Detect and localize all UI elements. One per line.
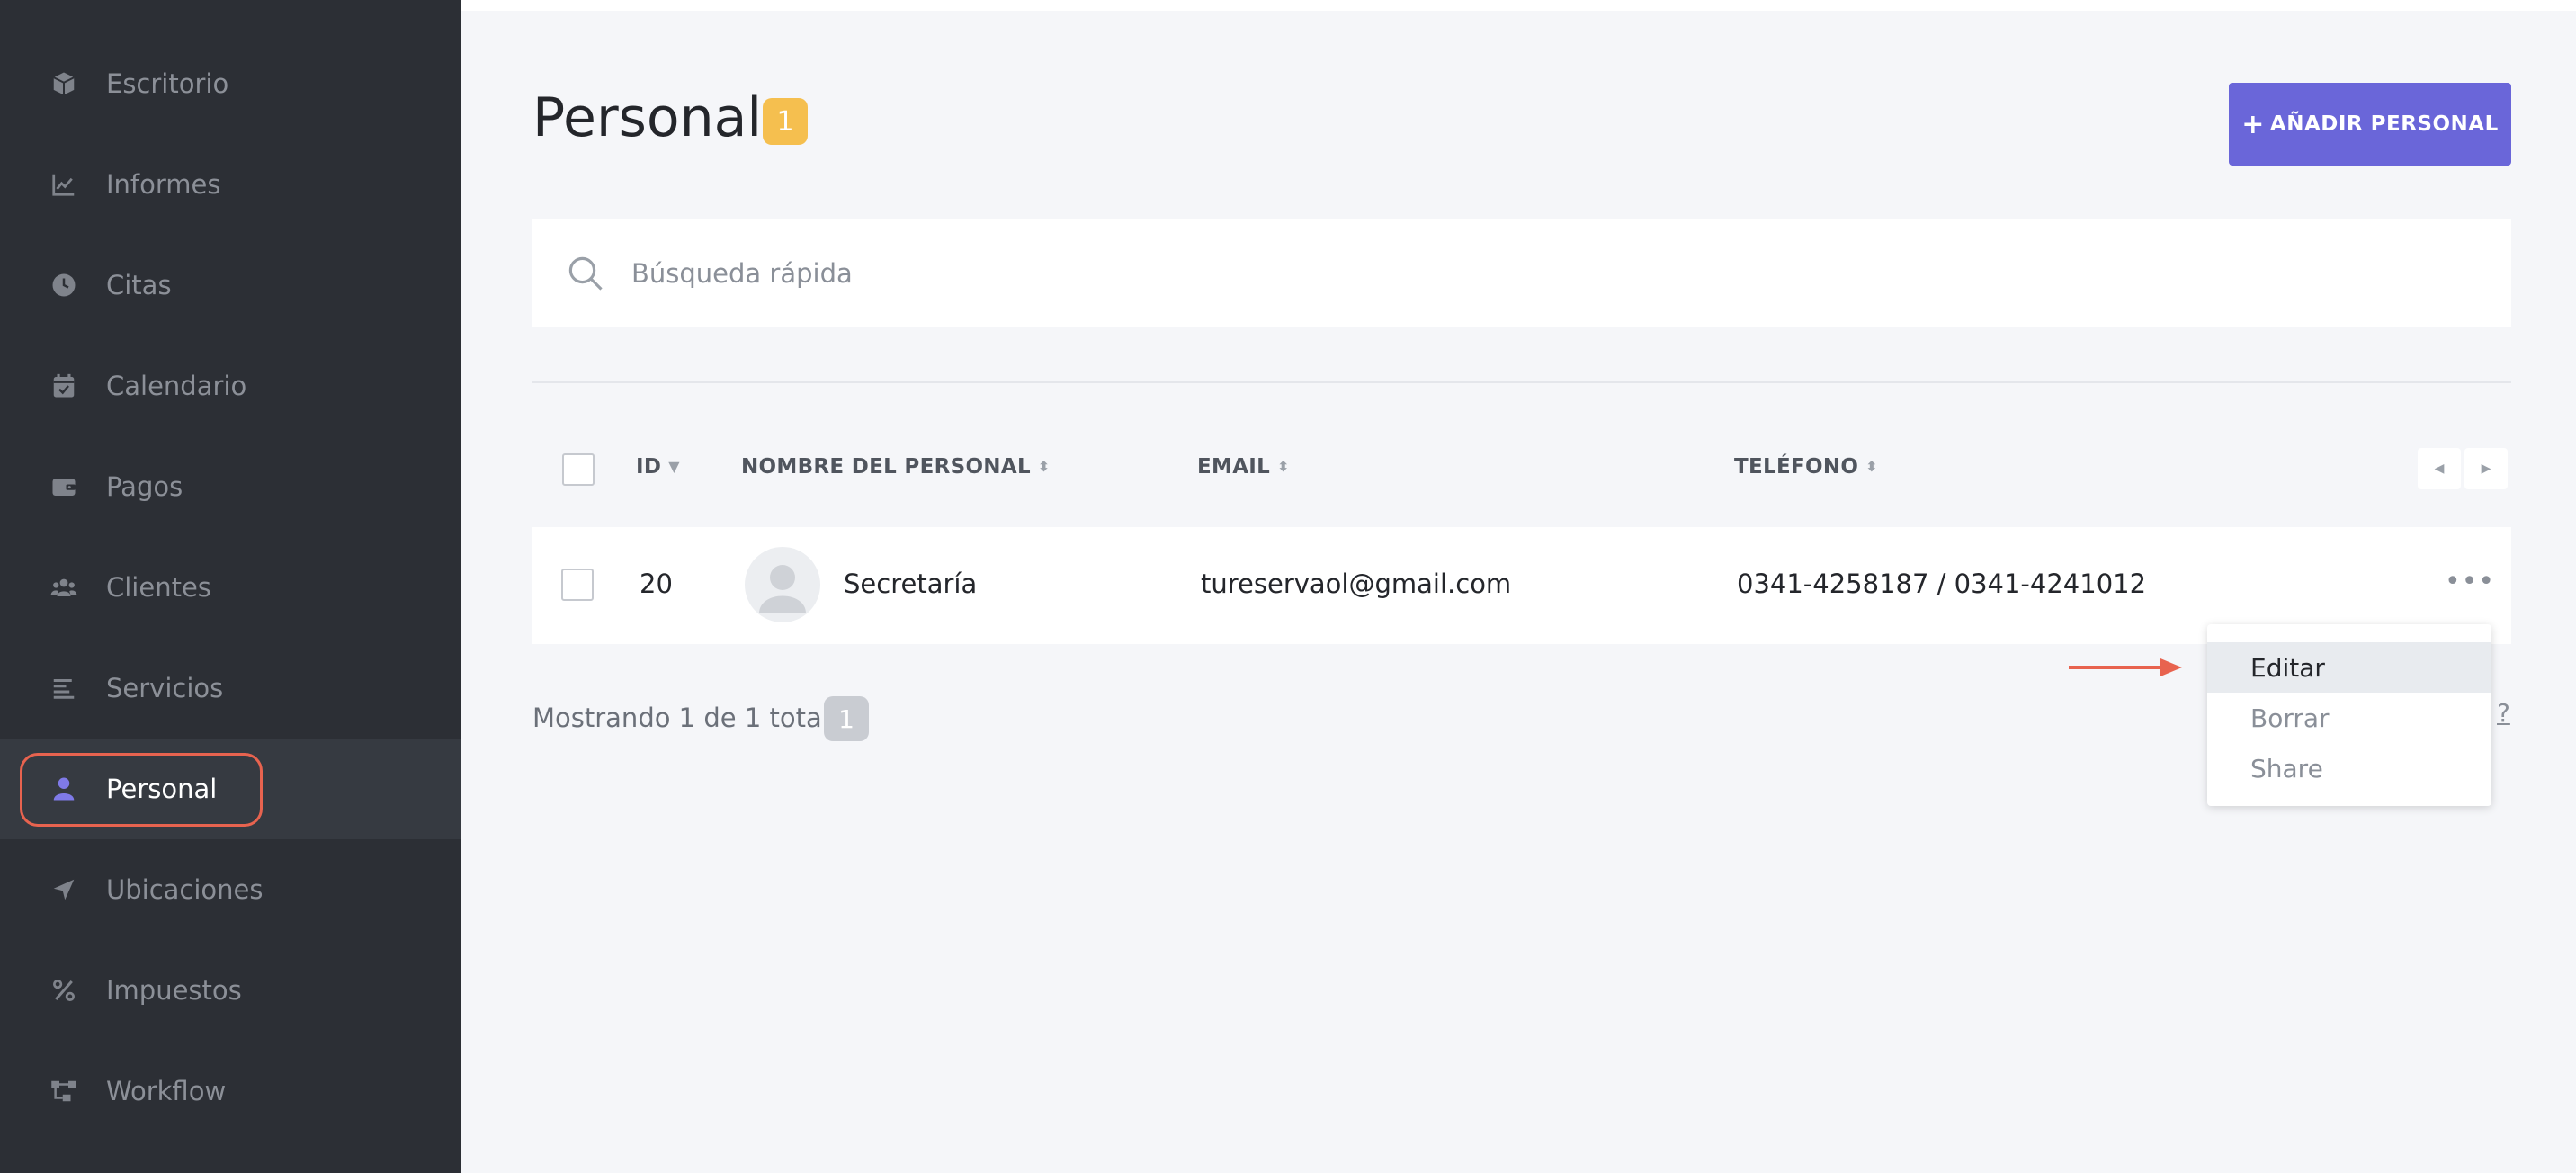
row-actions-menu: Editar Borrar Share (2207, 624, 2491, 806)
page-title: Personal (532, 86, 763, 149)
sidebar-item-label: Escritorio (106, 68, 229, 99)
sidebar-item-escritorio[interactable]: Escritorio (0, 33, 461, 134)
sidebar-item-servicios[interactable]: Servicios (0, 638, 461, 739)
sidebar-item-pagos[interactable]: Pagos (0, 436, 461, 537)
row-checkbox[interactable] (561, 569, 594, 601)
scroll-right-button[interactable]: ▶ (2464, 448, 2508, 489)
sidebar-item-label: Servicios (106, 673, 224, 703)
caret-left-icon: ◀ (2434, 461, 2445, 476)
scroll-left-button[interactable]: ◀ (2418, 448, 2461, 489)
page-number-badge[interactable]: 1 (824, 696, 869, 741)
sidebar-item-label: Impuestos (106, 975, 242, 1006)
sidebar-item-label: Citas (106, 270, 172, 300)
column-header-label: ID (636, 455, 662, 479)
column-header-email[interactable]: EMAIL ⬍ (1197, 455, 1290, 479)
plus-icon: + (2241, 108, 2265, 140)
sidebar-item-personal[interactable]: Personal (0, 739, 461, 839)
column-header-phone[interactable]: TELÉFONO ⬍ (1734, 455, 1878, 479)
percent-icon (49, 975, 79, 1006)
calendar-check-icon (49, 371, 79, 401)
location-arrow-icon (49, 874, 79, 905)
row-email: tureservaol@gmail.com (1201, 569, 1512, 599)
select-all-checkbox[interactable] (562, 453, 595, 486)
workflow-icon (49, 1076, 79, 1106)
column-header-name[interactable]: NOMBRE DEL PERSONAL ⬍ (741, 455, 1051, 479)
row-phone: 0341-4258187 / 0341-4241012 (1737, 569, 2147, 599)
search-icon (568, 256, 603, 291)
sort-icon: ⬍ (1865, 458, 1878, 475)
clock-icon (49, 270, 79, 300)
sidebar-item-workflow[interactable]: Workflow (0, 1041, 461, 1142)
sidebar-item-label: Personal (106, 774, 218, 804)
sidebar-item-label: Informes (106, 169, 221, 200)
sidebar-item-impuestos[interactable]: Impuestos (0, 940, 461, 1041)
column-header-label: EMAIL (1197, 455, 1271, 479)
wallet-icon (49, 471, 79, 502)
sidebar-item-label: Pagos (106, 471, 183, 502)
sidebar: Escritorio Informes Citas Calendario Pag… (0, 0, 461, 1173)
sort-icon: ⬍ (1037, 458, 1051, 475)
sidebar-item-label: Clientes (106, 572, 211, 603)
list-icon (49, 673, 79, 703)
add-staff-button-label: AÑADIR PERSONAL (2269, 112, 2499, 136)
sidebar-item-ubicaciones[interactable]: Ubicaciones (0, 839, 461, 940)
sidebar-item-label: Calendario (106, 371, 247, 401)
row-name[interactable]: Secretaría (844, 569, 977, 599)
column-header-label: NOMBRE DEL PERSONAL (741, 455, 1031, 479)
search-bar (532, 219, 2511, 327)
add-staff-button[interactable]: + AÑADIR PERSONAL (2229, 83, 2511, 166)
box-icon (49, 68, 79, 99)
help-link[interactable]: ? (2497, 698, 2510, 728)
annotation-arrow-icon (2069, 658, 2182, 676)
column-header-label: TELÉFONO (1734, 455, 1859, 479)
row-id: 20 (640, 569, 673, 599)
users-icon (49, 572, 79, 603)
caret-right-icon: ▶ (2481, 461, 2491, 476)
results-summary: Mostrando 1 de 1 total (532, 703, 829, 733)
sort-icon: ⬍ (1277, 458, 1290, 475)
search-input[interactable] (631, 258, 2340, 289)
sort-desc-icon: ▼ (668, 458, 680, 475)
chart-line-icon (49, 169, 79, 200)
sidebar-item-calendario[interactable]: Calendario (0, 336, 461, 436)
menu-item-share[interactable]: Share (2207, 743, 2491, 793)
more-actions-icon[interactable]: ••• (2445, 569, 2495, 595)
column-header-id[interactable]: ID ▼ (636, 455, 680, 479)
sidebar-item-label: Workflow (106, 1076, 227, 1106)
avatar (745, 547, 820, 622)
menu-item-edit[interactable]: Editar (2207, 642, 2491, 693)
menu-item-delete[interactable]: Borrar (2207, 693, 2491, 743)
count-badge: 1 (763, 98, 808, 145)
sidebar-item-clientes[interactable]: Clientes (0, 537, 461, 638)
sidebar-item-informes[interactable]: Informes (0, 134, 461, 235)
top-bar (461, 0, 2576, 11)
sidebar-item-citas[interactable]: Citas (0, 235, 461, 336)
divider (532, 381, 2511, 383)
user-icon (49, 774, 79, 804)
sidebar-item-label: Ubicaciones (106, 874, 264, 905)
